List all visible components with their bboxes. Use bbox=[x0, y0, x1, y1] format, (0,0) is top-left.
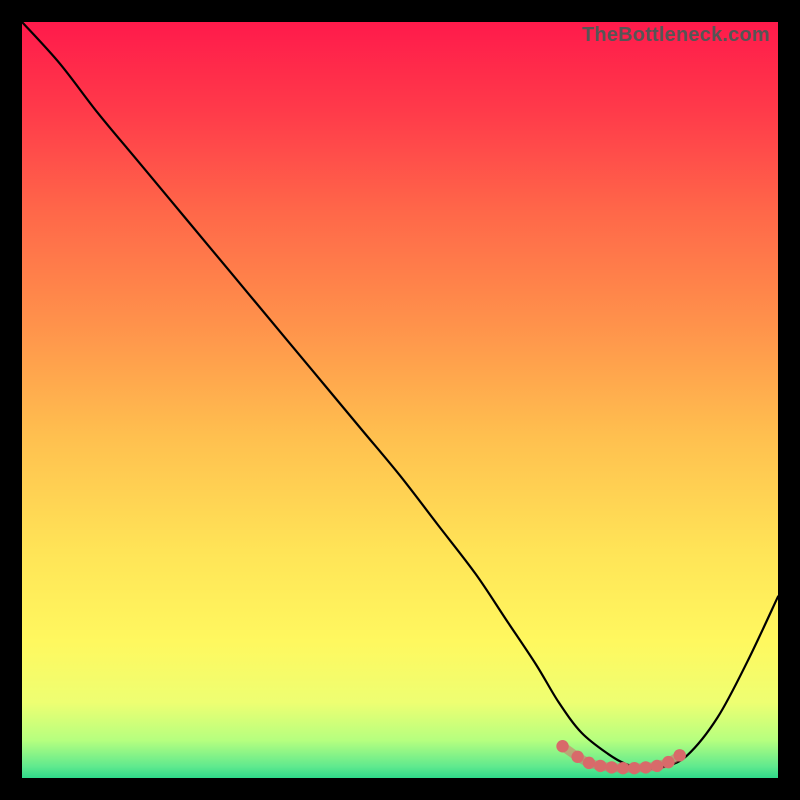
optimal-point bbox=[674, 749, 686, 761]
optimal-point bbox=[556, 740, 568, 752]
bottleneck-chart bbox=[22, 22, 778, 778]
optimal-point bbox=[571, 751, 583, 763]
optimal-point bbox=[617, 762, 629, 774]
chart-frame: TheBottleneck.com bbox=[0, 0, 800, 800]
optimal-point bbox=[640, 761, 652, 773]
optimal-point bbox=[662, 756, 674, 768]
optimal-point bbox=[628, 762, 640, 774]
optimal-point bbox=[594, 760, 606, 772]
gradient-background bbox=[22, 22, 778, 778]
watermark-text: TheBottleneck.com bbox=[582, 24, 770, 47]
plot-area: TheBottleneck.com bbox=[22, 22, 778, 778]
optimal-point bbox=[605, 761, 617, 773]
optimal-point bbox=[583, 757, 595, 769]
optimal-point bbox=[651, 760, 663, 772]
